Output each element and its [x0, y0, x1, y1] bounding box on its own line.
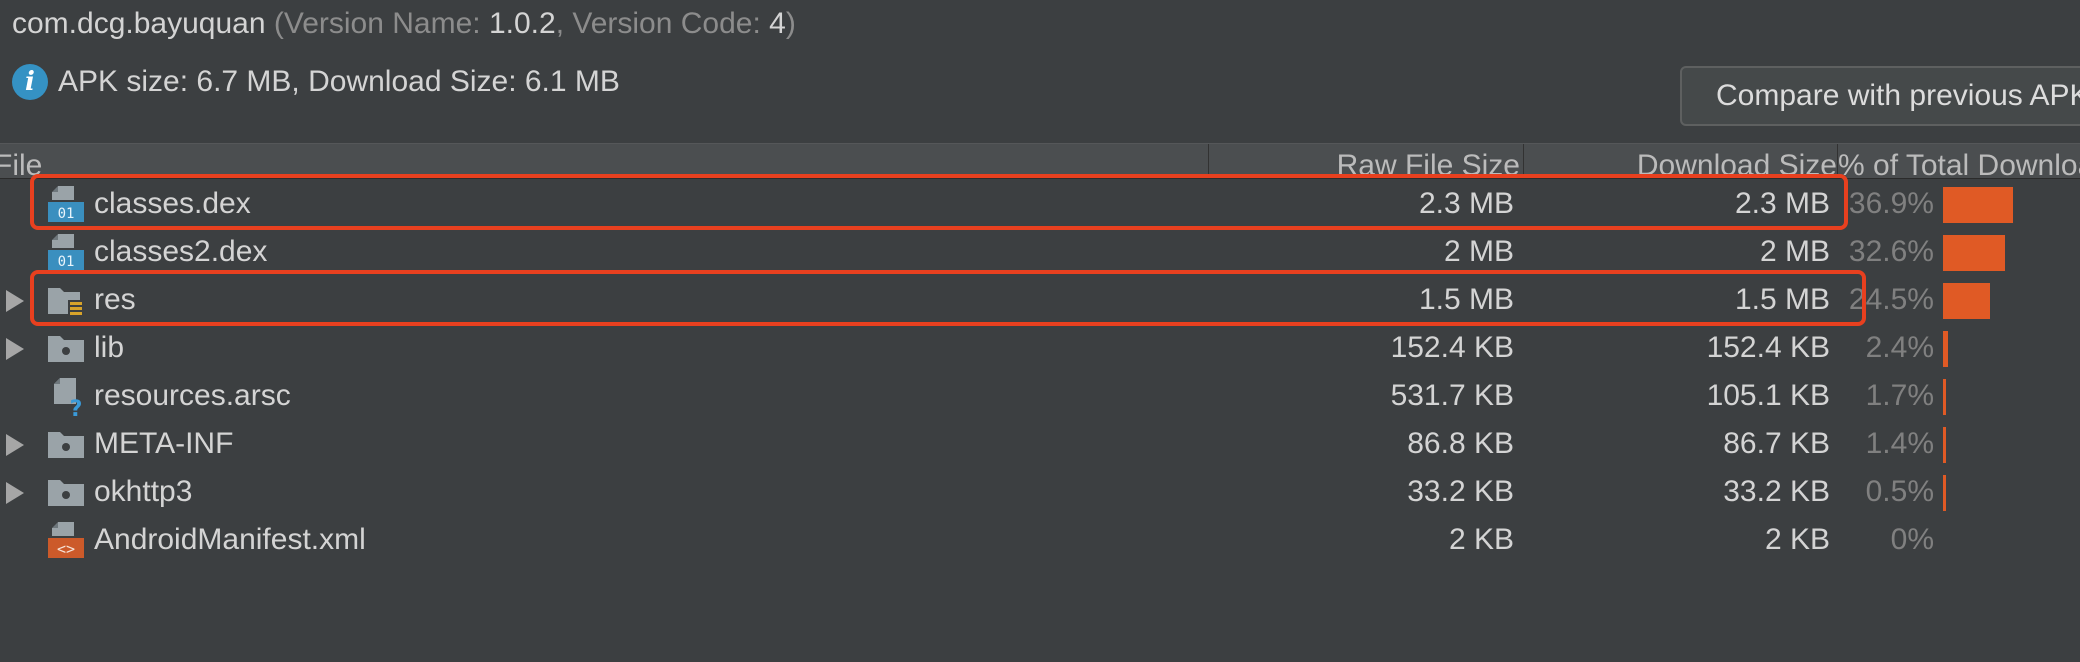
download-size: 2 MB	[1759, 235, 1830, 268]
raw-file-size: 2 MB	[1443, 235, 1514, 268]
download-size: 2 KB	[1764, 523, 1830, 556]
size-bar	[1943, 379, 1946, 415]
version-code: 4	[769, 7, 786, 40]
folder-icon	[46, 472, 86, 512]
raw-file-size: 86.8 KB	[1407, 427, 1514, 460]
download-size: 1.5 MB	[1734, 283, 1830, 316]
table-row[interactable]: 01 classes.dex 2.3 MB 2.3 MB 36.9%	[0, 180, 2080, 228]
unknown-file-icon: ?	[46, 376, 86, 422]
column-header-percent[interactable]: % of Total Download Size	[1838, 146, 2080, 178]
table-row[interactable]: res 1.5 MB 1.5 MB 24.5%	[0, 276, 2080, 324]
download-size: 86.7 KB	[1723, 427, 1830, 460]
svg-text:01: 01	[58, 206, 75, 222]
percent-of-total: 0.5%	[1865, 475, 1934, 508]
dex-file-icon: 01	[46, 184, 86, 224]
package-name: com.dcg.bayuquan	[12, 7, 266, 40]
folder-icon	[46, 328, 86, 368]
percent-of-total: 2.4%	[1865, 331, 1934, 364]
apk-title: com.dcg.bayuquan (Version Name: 1.0.2, V…	[12, 4, 796, 44]
size-bar	[1943, 331, 1948, 367]
xml-file-icon: <>	[46, 520, 86, 560]
percent-of-total: 1.7%	[1865, 379, 1934, 412]
download-size: 105.1 KB	[1706, 379, 1830, 412]
svg-text:01: 01	[58, 254, 75, 270]
size-bar	[1943, 475, 1946, 511]
dex-file-icon: 01	[46, 232, 86, 272]
expand-arrow-icon[interactable]	[6, 338, 24, 360]
raw-file-size: 2 KB	[1448, 523, 1514, 556]
column-header-raw-size[interactable]: Raw File Size	[1337, 146, 1520, 178]
table-row[interactable]: ? resources.arsc 531.7 KB 105.1 KB 1.7%	[0, 372, 2080, 422]
apk-size-info: i APK size: 6.7 MB, Download Size: 6.1 M…	[12, 62, 620, 102]
file-name: resources.arsc	[94, 379, 291, 412]
percent-of-total: 36.9%	[1848, 187, 1934, 220]
table-row[interactable]: META-INF 86.8 KB 86.7 KB 1.4%	[0, 420, 2080, 468]
file-name: lib	[94, 331, 125, 364]
size-bar	[1943, 427, 1946, 463]
column-divider[interactable]	[1208, 144, 1209, 178]
download-size: 2.3 MB	[1734, 187, 1830, 220]
table-row[interactable]: <> AndroidManifest.xml 2 KB 2 KB 0%	[0, 516, 2080, 564]
svg-text:?: ?	[70, 397, 83, 416]
compare-apk-button[interactable]: Compare with previous APK...	[1680, 66, 2080, 126]
version-name-label: (Version Name:	[273, 7, 489, 40]
percent-of-total: 0%	[1890, 523, 1934, 556]
svg-text:<>: <>	[57, 540, 75, 558]
table-row[interactable]: 01 classes2.dex 2 MB 2 MB 32.6%	[0, 228, 2080, 276]
percent-of-total: 1.4%	[1865, 427, 1934, 460]
percent-of-total: 32.6%	[1848, 235, 1934, 268]
file-name: classes2.dex	[94, 235, 268, 268]
raw-file-size: 152.4 KB	[1390, 331, 1514, 364]
size-bar	[1943, 187, 2013, 223]
resource-folder-icon	[46, 280, 86, 320]
raw-file-size: 33.2 KB	[1407, 475, 1514, 508]
info-icon: i	[12, 64, 48, 100]
raw-file-size: 1.5 MB	[1418, 283, 1514, 316]
file-name: META-INF	[94, 427, 234, 460]
expand-arrow-icon[interactable]	[6, 434, 24, 456]
column-header-file[interactable]: File	[0, 146, 42, 178]
close-paren: )	[785, 7, 796, 40]
percent-of-total: 24.5%	[1848, 283, 1934, 316]
file-name: res	[94, 283, 136, 316]
file-name: AndroidManifest.xml	[94, 523, 366, 556]
apk-size-text: APK size: 6.7 MB, Download Size: 6.1 MB	[58, 65, 620, 98]
version-name: 1.0.2	[488, 7, 556, 40]
download-size: 33.2 KB	[1723, 475, 1830, 508]
column-header-download-size[interactable]: Download Size	[1637, 146, 1837, 178]
expand-arrow-icon[interactable]	[6, 482, 24, 504]
table-row[interactable]: lib 152.4 KB 152.4 KB 2.4%	[0, 324, 2080, 372]
column-divider[interactable]	[1523, 144, 1524, 178]
table-row[interactable]: okhttp3 33.2 KB 33.2 KB 0.5%	[0, 468, 2080, 516]
raw-file-size: 2.3 MB	[1418, 187, 1514, 220]
folder-icon	[46, 424, 86, 464]
table-header: File Raw File Size Download Size % of To…	[0, 143, 2080, 179]
apk-analyzer: com.dcg.bayuquan (Version Name: 1.0.2, V…	[0, 0, 2080, 662]
raw-file-size: 531.7 KB	[1390, 379, 1514, 412]
file-name: okhttp3	[94, 475, 193, 508]
size-bar	[1943, 283, 1990, 319]
download-size: 152.4 KB	[1706, 331, 1830, 364]
file-name: classes.dex	[94, 187, 251, 220]
expand-arrow-icon[interactable]	[6, 290, 24, 312]
size-bar	[1943, 235, 2005, 271]
version-code-label: , Version Code:	[555, 7, 770, 40]
